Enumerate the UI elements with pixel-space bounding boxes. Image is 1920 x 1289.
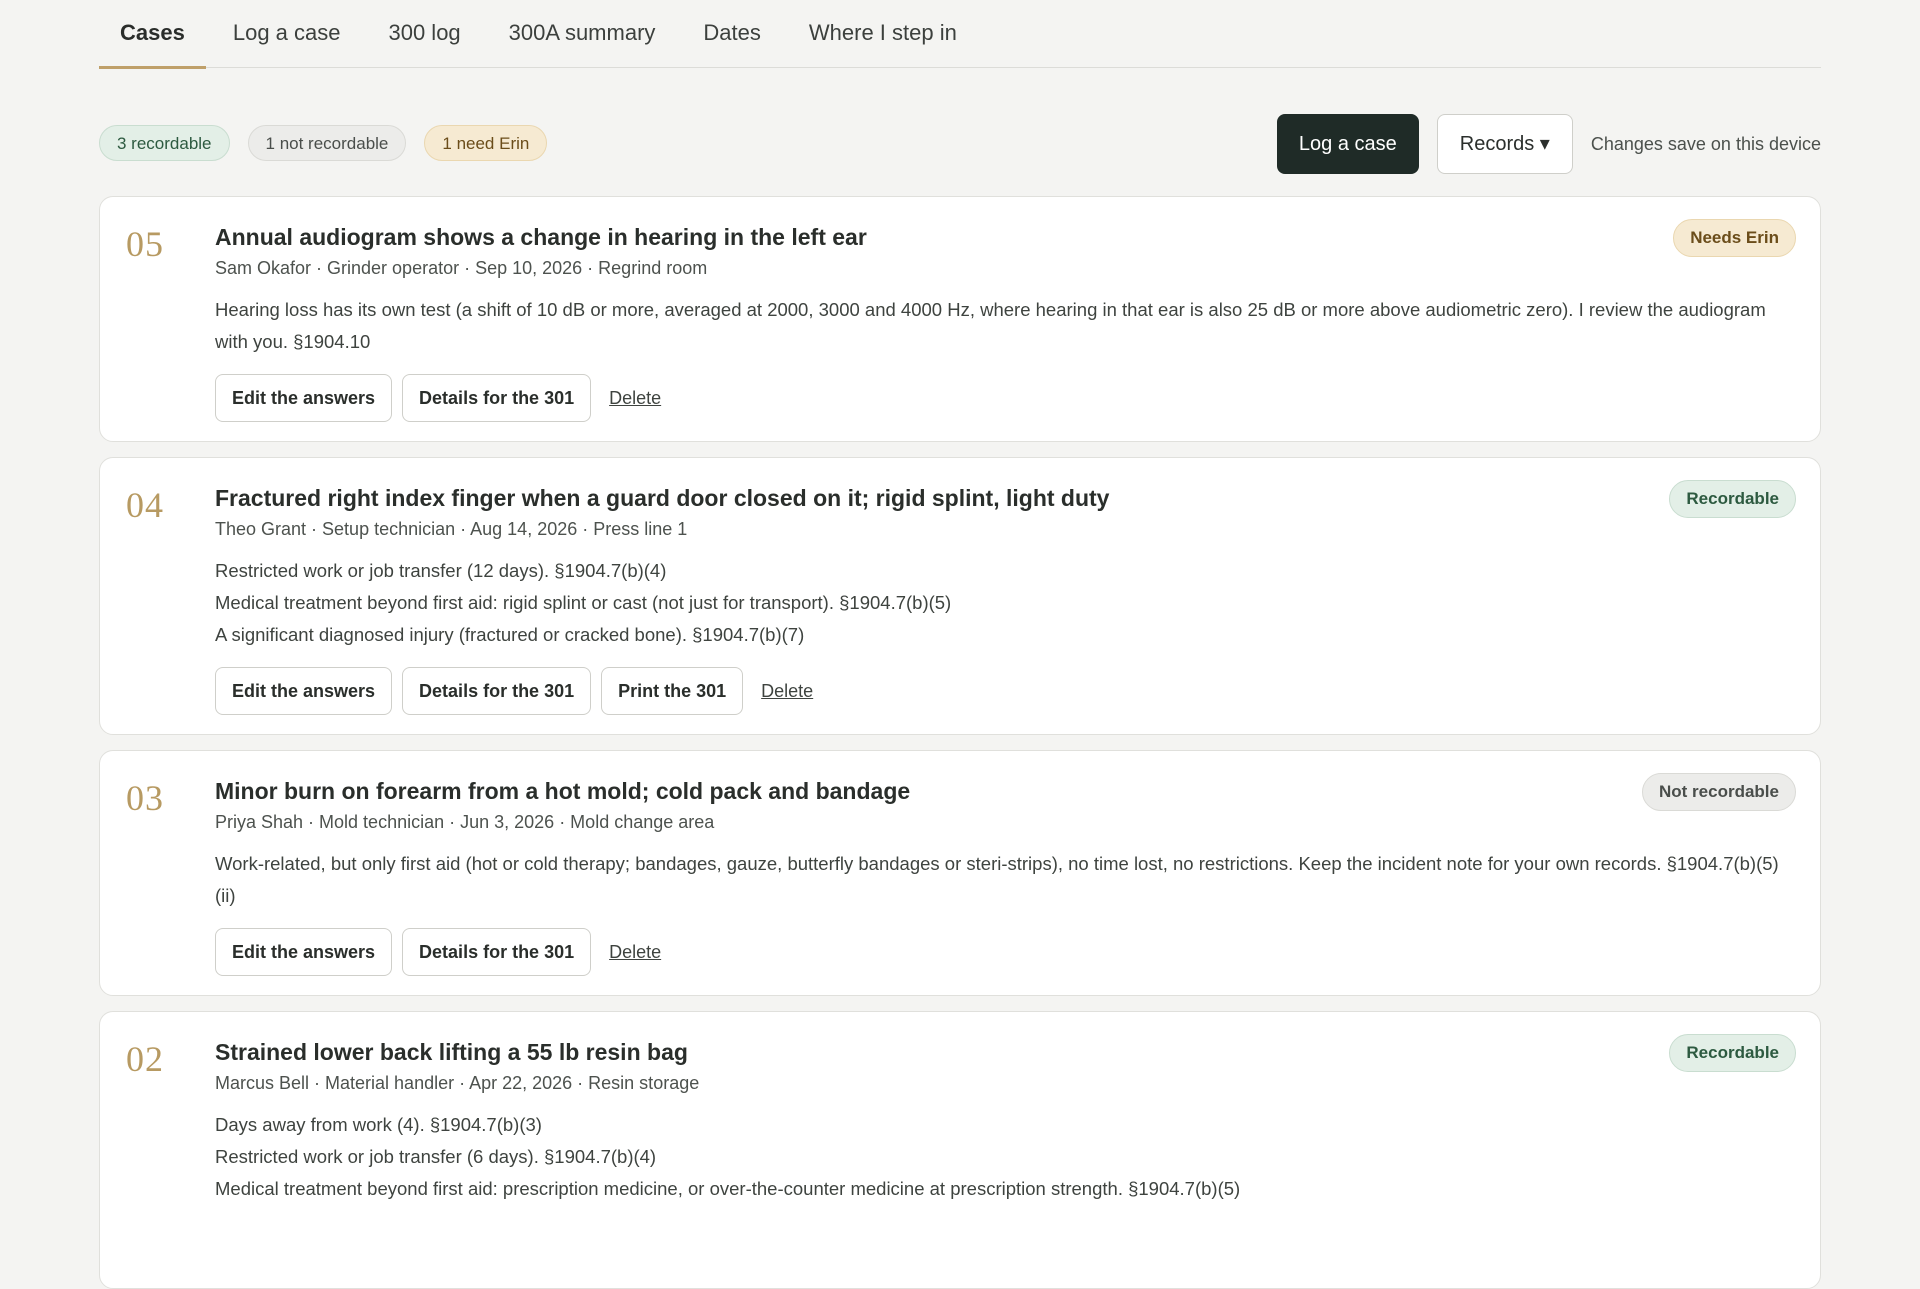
- not-recordable-count-chip[interactable]: 1 not recordable: [247, 125, 407, 161]
- case-reasons: Restricted work or job transfer (12 days…: [215, 555, 1790, 651]
- recordable-count-chip[interactable]: 3 recordable: [99, 125, 230, 161]
- case-title: Strained lower back lifting a 55 lb resi…: [215, 1039, 688, 1065]
- edit-answers-button[interactable]: Edit the answers: [215, 667, 393, 715]
- reason-line: Restricted work or job transfer (6 days)…: [215, 1146, 657, 1167]
- case-title: Annual audiogram shows a change in heari…: [215, 224, 867, 250]
- case-meta: Theo Grant · Setup technician · Aug 14, …: [215, 519, 688, 539]
- reason-line: Medical treatment beyond first aid: pres…: [215, 1178, 1241, 1199]
- case-card-03: 03 Not recordable Minor burn on forearm …: [99, 750, 1821, 996]
- summary-chips: 3 recordable 1 not recordable 1 need Eri…: [99, 125, 548, 161]
- case-card-02: 02 Recordable Strained lower back liftin…: [99, 1011, 1821, 1289]
- case-title: Minor burn on forearm from a hot mold; c…: [215, 778, 911, 804]
- tab-bar: Cases Log a case 300 log 300A summary Da…: [99, 0, 1821, 69]
- case-actions: Edit the answers Details for the 301 Del…: [215, 928, 1790, 998]
- status-badge: Recordable: [1669, 480, 1796, 518]
- reason-line: Work-related, but only first aid (hot or…: [215, 853, 1779, 906]
- tab-log-a-case[interactable]: Log a case: [212, 0, 362, 67]
- reason-line: A significant diagnosed injury (fracture…: [215, 624, 805, 645]
- case-actions: Edit the answers Details for the 301 Pri…: [215, 667, 1790, 737]
- case-title: Fractured right index finger when a guar…: [215, 485, 1110, 511]
- tab-dates[interactable]: Dates: [682, 0, 781, 67]
- toolbar: 3 recordable 1 not recordable 1 need Eri…: [99, 68, 1821, 196]
- case-reasons: Work-related, but only first aid (hot or…: [215, 848, 1790, 912]
- delete-link[interactable]: Delete: [761, 681, 813, 702]
- details-301-button[interactable]: Details for the 301: [402, 667, 592, 715]
- case-number: 04: [126, 485, 164, 525]
- print-301-button[interactable]: Print the 301: [601, 667, 744, 715]
- reason-line: Medical treatment beyond first aid: rigi…: [215, 592, 952, 613]
- delete-link[interactable]: Delete: [609, 942, 661, 963]
- need-erin-count-chip[interactable]: 1 need Erin: [424, 125, 548, 161]
- reason-line: Days away from work (4). §1904.7(b)(3): [215, 1114, 542, 1135]
- log-a-case-button[interactable]: Log a case: [1276, 114, 1419, 174]
- edit-answers-button[interactable]: Edit the answers: [215, 374, 393, 422]
- tab-cases[interactable]: Cases: [99, 0, 206, 69]
- tab-300-log[interactable]: 300 log: [367, 0, 481, 67]
- status-badge: Needs Erin: [1673, 219, 1796, 257]
- case-number: 02: [126, 1039, 164, 1079]
- details-301-button[interactable]: Details for the 301: [402, 928, 592, 976]
- case-meta: Marcus Bell · Material handler · Apr 22,…: [215, 1073, 700, 1093]
- edit-answers-button[interactable]: Edit the answers: [215, 928, 393, 976]
- status-badge: Not recordable: [1642, 773, 1796, 811]
- tab-300a-summary[interactable]: 300A summary: [488, 0, 677, 67]
- case-meta: Sam Okafor · Grinder operator · Sep 10, …: [215, 258, 708, 278]
- case-reasons: Days away from work (4). §1904.7(b)(3) R…: [215, 1109, 1790, 1205]
- case-card-05: 05 Needs Erin Annual audiogram shows a c…: [99, 196, 1821, 442]
- case-reasons: Hearing loss has its own test (a shift o…: [215, 294, 1790, 358]
- toolbar-actions: Log a case Records ▾ Changes save on thi…: [1276, 114, 1821, 174]
- delete-link[interactable]: Delete: [609, 388, 661, 409]
- case-meta: Priya Shah · Mold technician · Jun 3, 20…: [215, 812, 715, 832]
- case-number: 05: [126, 224, 164, 264]
- reason-line: Hearing loss has its own test (a shift o…: [215, 299, 1766, 352]
- case-card-04: 04 Recordable Fractured right index fing…: [99, 457, 1821, 735]
- reason-line: Restricted work or job transfer (12 days…: [215, 560, 667, 581]
- app: Cases Log a case 300 log 300A summary Da…: [99, 0, 1821, 1289]
- tab-where-i-step-in[interactable]: Where I step in: [788, 0, 978, 67]
- records-menu-button[interactable]: Records ▾: [1436, 114, 1573, 174]
- save-status-note: Changes save on this device: [1590, 133, 1821, 154]
- details-301-button[interactable]: Details for the 301: [402, 374, 592, 422]
- case-actions: Edit the answers Details for the 301 Del…: [215, 374, 1790, 444]
- status-badge: Recordable: [1669, 1034, 1796, 1072]
- case-number: 03: [126, 778, 164, 818]
